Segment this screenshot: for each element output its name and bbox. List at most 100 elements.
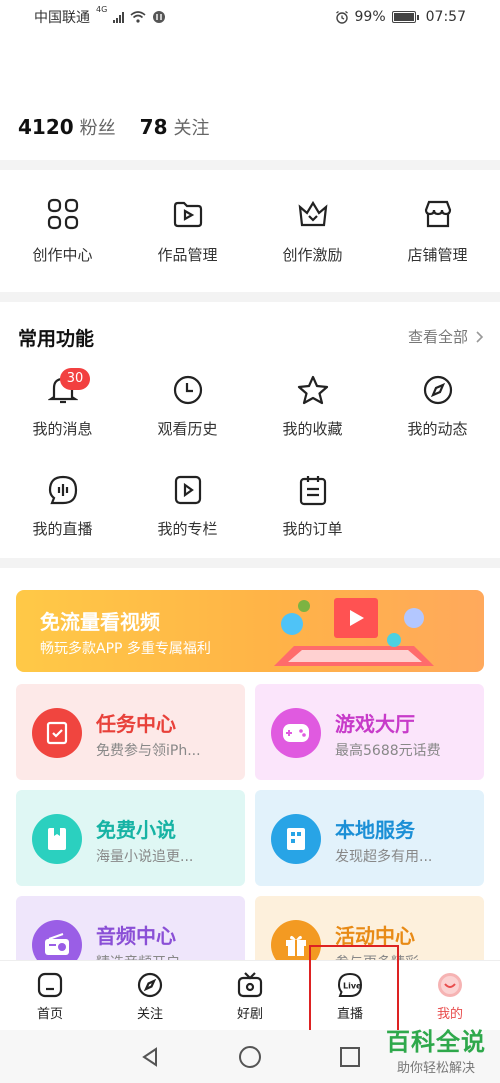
star-icon — [297, 375, 328, 405]
back-icon[interactable] — [139, 1046, 161, 1068]
alarm-icon — [335, 10, 348, 24]
clock-time: 07:57 — [425, 9, 466, 25]
recents-icon[interactable] — [339, 1046, 361, 1068]
messages-badge: 30 — [60, 368, 90, 390]
free-novel-card[interactable]: 免费小说 海量小说追更... — [16, 790, 245, 886]
nav-mine-label: 我的 — [436, 1007, 463, 1022]
local-service-title: 本地服务 — [335, 818, 415, 842]
game-hall-card[interactable]: 游戏大厅 最高5688元话费 — [255, 684, 484, 780]
my-live-item[interactable]: 我的直播 — [0, 474, 125, 539]
building-icon — [271, 814, 321, 864]
fans-label[interactable]: 粉丝 — [80, 114, 116, 140]
bottom-nav: 首页 关注 好剧 Live 直播 我的 — [0, 960, 500, 1030]
nav-dramas-label: 好剧 — [236, 1007, 263, 1022]
creator-center-label: 创作中心 — [32, 246, 93, 264]
my-favorites-item[interactable]: 我的收藏 — [250, 374, 375, 439]
nav-home-label: 首页 — [36, 1007, 63, 1022]
status-bar: 中国联通 4G 99% 07:57 — [0, 0, 500, 34]
my-orders-label: 我的订单 — [282, 520, 343, 538]
home-circle-icon[interactable] — [238, 1045, 262, 1069]
radio-icon — [32, 920, 82, 960]
compass-icon — [137, 972, 163, 998]
signal-icon — [113, 11, 125, 23]
watermark-subtitle: 助你轻松解决 — [396, 1061, 475, 1076]
watch-history-item[interactable]: 观看历史 — [125, 374, 250, 439]
carrier-label: 中国联通 — [34, 10, 90, 26]
wifi-icon — [130, 11, 146, 23]
nav-mine[interactable]: 我的 — [400, 961, 500, 1030]
nav-follow-label: 关注 — [136, 1007, 163, 1022]
free-novel-subtitle: 海量小说追更... — [96, 849, 194, 865]
task-icon — [32, 708, 82, 758]
promo-area: 免流量看视频 畅玩多款APP 多重专属福利 任务中心 免费参与领iPh... 游… — [0, 568, 500, 960]
banner-title: 免流量看视频 — [40, 610, 160, 634]
play-box-icon — [174, 475, 201, 505]
audio-center-subtitle: 精选音频开启... — [96, 952, 193, 960]
task-center-card[interactable]: 任务中心 免费参与领iPh... — [16, 684, 245, 780]
svg-text:Live: Live — [343, 982, 362, 991]
follow-count[interactable]: 78 — [140, 115, 168, 139]
shop-manage-item[interactable]: 店铺管理 — [375, 170, 500, 292]
book-icon — [32, 814, 82, 864]
gamepad-icon — [271, 708, 321, 758]
common-title: 常用功能 — [18, 328, 95, 350]
nav-live[interactable]: Live 直播 — [300, 961, 400, 1030]
common-functions: 常用功能 查看全部 30 我的消息 观看历史 我的收藏 我的动态 我的直播 我的… — [0, 302, 500, 558]
folder-play-icon — [173, 201, 202, 228]
free-novel-title: 免费小说 — [96, 818, 176, 842]
event-center-subtitle: 参与更多精彩... — [335, 952, 432, 960]
audio-center-card[interactable]: 音频中心 精选音频开启... — [16, 896, 245, 960]
my-orders-item[interactable]: 我的订单 — [250, 474, 375, 539]
watch-history-label: 观看历史 — [157, 420, 218, 438]
compass-icon — [423, 375, 452, 405]
live-icon: Live — [337, 972, 362, 997]
see-all-label: 查看全部 — [407, 328, 468, 346]
free-data-banner[interactable]: 免流量看视频 畅玩多款APP 多重专属福利 — [16, 590, 484, 672]
event-center-card[interactable]: 活动中心 参与更多精彩... — [255, 896, 484, 960]
my-column-label: 我的专栏 — [157, 520, 218, 538]
game-hall-subtitle: 最高5688元话费 — [335, 743, 441, 759]
task-center-title: 任务中心 — [96, 712, 176, 736]
nav-dramas[interactable]: 好剧 — [200, 961, 300, 1030]
my-posts-item[interactable]: 我的动态 — [375, 374, 500, 439]
data-saver-icon — [153, 11, 166, 23]
grid-icon — [47, 198, 78, 230]
local-service-card[interactable]: 本地服务 发现超多有用... — [255, 790, 484, 886]
chevron-right-icon — [476, 330, 484, 343]
my-live-label: 我的直播 — [32, 520, 93, 538]
my-posts-label: 我的动态 — [407, 420, 468, 438]
watermark-title: 百科全说 — [386, 1028, 486, 1056]
creator-incentive-item[interactable]: 创作激励 — [250, 170, 375, 292]
watermark-logo: 百科全说 助你轻松解决 — [386, 1022, 486, 1076]
local-service-subtitle: 发现超多有用... — [335, 849, 433, 865]
follow-label[interactable]: 关注 — [174, 114, 210, 140]
my-messages-label: 我的消息 — [32, 420, 93, 438]
works-manage-item[interactable]: 作品管理 — [125, 170, 250, 292]
battery-icon — [391, 11, 419, 23]
order-icon — [299, 476, 326, 506]
my-favorites-label: 我的收藏 — [282, 420, 343, 438]
gift-icon — [271, 920, 321, 960]
shop-manage-label: 店铺管理 — [407, 246, 468, 264]
home-icon — [37, 972, 63, 998]
nav-follow[interactable]: 关注 — [100, 961, 200, 1030]
crown-icon — [298, 200, 327, 227]
nav-live-label: 直播 — [336, 1007, 363, 1022]
fans-count[interactable]: 4120 — [18, 115, 74, 139]
creator-incentive-label: 创作激励 — [282, 246, 343, 264]
profile-header: 4120 粉丝 78 关注 — [0, 34, 500, 160]
shop-icon — [424, 200, 451, 228]
banner-subtitle: 畅玩多款APP 多重专属福利 — [40, 641, 211, 657]
tv-icon — [237, 972, 263, 998]
nav-home[interactable]: 首页 — [0, 961, 100, 1030]
event-center-title: 活动中心 — [335, 924, 415, 948]
creator-tools: 创作中心 作品管理 创作激励 店铺管理 — [0, 170, 500, 292]
live-wave-icon — [48, 475, 77, 505]
my-column-item[interactable]: 我的专栏 — [125, 474, 250, 539]
my-messages-item[interactable]: 30 我的消息 — [0, 368, 125, 439]
creator-center-item[interactable]: 创作中心 — [0, 170, 125, 292]
battery-percent: 99% — [354, 9, 386, 25]
game-hall-title: 游戏大厅 — [335, 712, 415, 736]
see-all-link[interactable]: 查看全部 — [408, 326, 484, 347]
avatar-icon — [438, 973, 462, 997]
